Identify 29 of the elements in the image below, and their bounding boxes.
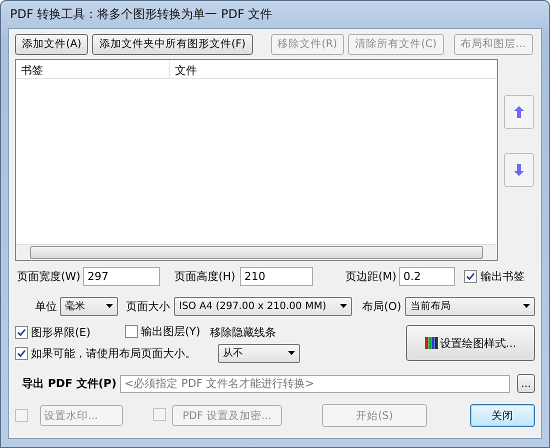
field-label: 页边距(M) xyxy=(345,268,396,284)
input-field[interactable]: 0.2 xyxy=(399,266,456,286)
field-label: 布局(O) xyxy=(362,298,402,314)
close-button[interactable]: 关闭 xyxy=(470,404,535,427)
plot-style-button[interactable]: 设置绘图样式... xyxy=(406,325,535,361)
column-header[interactable]: 文件 xyxy=(170,60,202,78)
window-title: PDF 转换工具：将多个图形转换为单一 PDF 文件 xyxy=(10,6,272,23)
column-header[interactable]: 书签 xyxy=(16,60,170,78)
checkbox-label: 输出图层(Y) xyxy=(141,324,200,338)
dropdown[interactable]: ISO A4 (297.00 x 210.00 MM) xyxy=(174,296,352,316)
checkbox-label: 如果可能，请使用布局页面大小。 xyxy=(31,346,196,360)
input-field[interactable]: 210 xyxy=(240,266,314,286)
browse-button[interactable]: ... xyxy=(516,374,535,393)
dropdown[interactable]: 毫米 xyxy=(60,296,118,316)
field-label: 导出 PDF 文件(P) xyxy=(22,376,116,391)
input-field[interactable]: <必须指定 PDF 文件名才能进行转换> xyxy=(120,374,510,392)
file-list[interactable]: 书签 文件 xyxy=(15,59,498,261)
toolbar-button[interactable]: 添加文件(A) xyxy=(15,34,88,54)
field-label: 页面高度(H) xyxy=(174,268,236,284)
toolbar-button[interactable]: 添加文件夹中所有图形文件(F) xyxy=(92,34,253,54)
field-label: 页面宽度(W) xyxy=(17,268,80,284)
checkbox-label: 输出书签 xyxy=(480,268,524,284)
checkbox-label: 图形界限(E) xyxy=(31,324,91,340)
dropdown[interactable]: 当前布局 xyxy=(405,296,535,316)
input-field[interactable]: 297 xyxy=(83,266,160,286)
field-label: 单位 xyxy=(35,298,57,314)
field-label: 页面大小 xyxy=(126,298,170,314)
field-label: 移除隐藏线条 xyxy=(210,324,276,340)
dropdown[interactable]: 从不 xyxy=(218,344,300,362)
